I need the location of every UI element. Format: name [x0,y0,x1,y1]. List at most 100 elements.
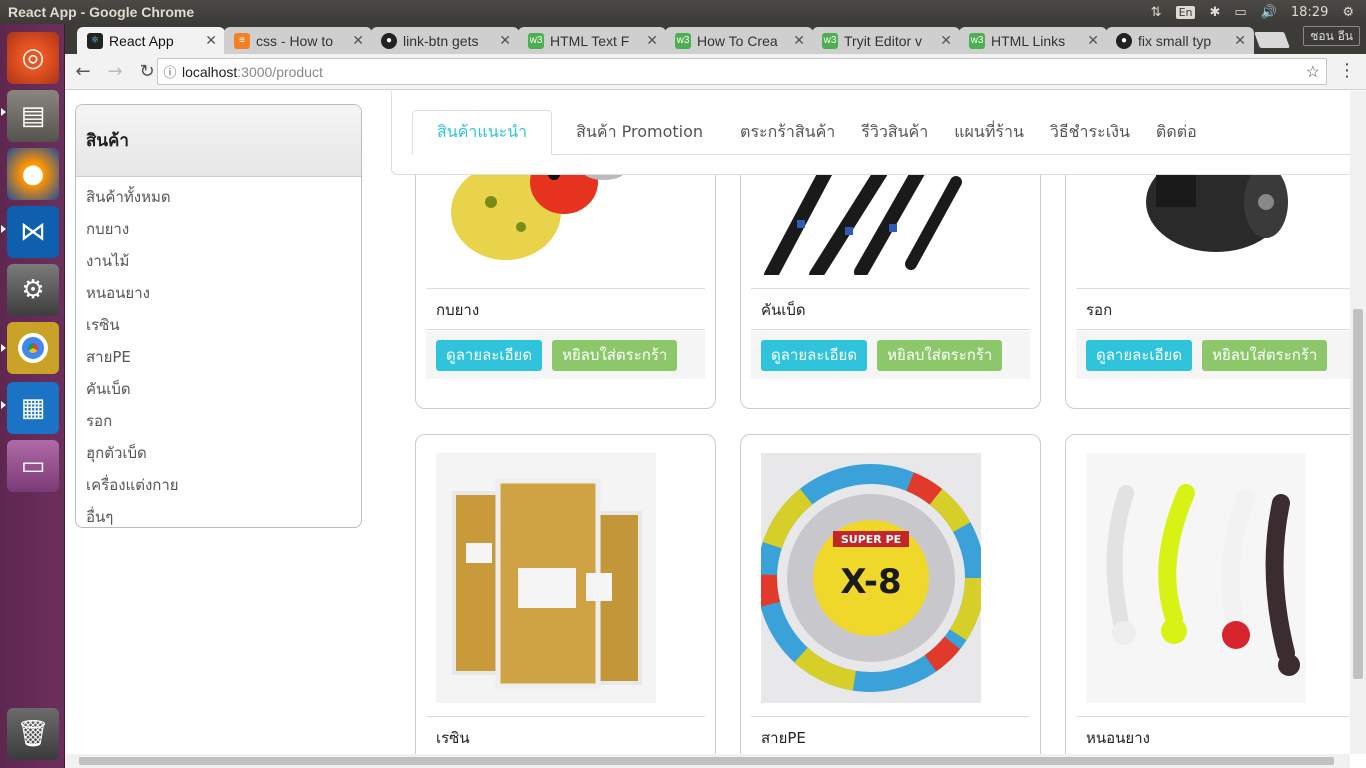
close-icon[interactable]: ✕ [793,32,805,49]
tab-label: HTML Text F [550,32,630,49]
close-icon[interactable]: ✕ [646,32,658,49]
tab-promotion[interactable]: สินค้า Promotion [552,110,727,155]
view-details-button[interactable]: ดูลายละเอียด [436,339,543,371]
tab-payment[interactable]: วิธีชำระเงิน [1037,110,1143,155]
tab-label: React App [109,32,174,49]
sidebar-item-hook[interactable]: ฮุกตัวเบ็ด [76,437,361,469]
add-to-cart-button[interactable]: หยิลบใส่ตระกร้า [877,339,1003,371]
scrollbar-thumb[interactable] [1353,309,1363,679]
tab-recommended[interactable]: สินค้าแนะนำ [412,110,553,155]
close-icon[interactable]: ✕ [1087,32,1099,49]
ubuntu-dash-icon[interactable]: ◎ [7,32,59,84]
sidebar-item-reel[interactable]: รอก [76,405,361,437]
volume-icon[interactable]: 🔊 [1261,5,1277,20]
trash-icon[interactable]: 🗑 [7,708,59,760]
system-settings-icon[interactable]: ⚙ [7,264,59,316]
tab-w3-html-text[interactable]: w3 HTML Text F ✕ [518,27,666,54]
power-gear-icon[interactable]: ⚙ [1342,5,1354,20]
product-name: หนอนยาง [1076,716,1350,754]
sidebar-item-rubber-frog[interactable]: กบยาง [76,213,361,245]
close-icon[interactable]: ✕ [940,32,952,49]
svg-text:X-8: X-8 [840,562,901,602]
github-icon: ● [1116,32,1132,49]
add-to-cart-button[interactable]: หยิลบใส่ตระกร้า [552,339,678,371]
w3schools-icon: w3 [969,32,985,49]
clock[interactable]: 18:29 [1291,5,1328,20]
product-image-resin[interactable] [436,453,656,703]
sidebar-item-rod[interactable]: คันเบ็ด [76,373,361,405]
running-indicator [1,344,6,352]
close-icon[interactable]: ✕ [205,32,217,49]
category-sidebar: สินค้า สินค้าทั้งหมด กบยาง งานไม้ หนอนยา… [75,104,362,528]
vscode-icon[interactable]: ⋈ [7,206,59,258]
address-bar[interactable]: ⓘ localhost:3000/product ☆ [157,58,1327,85]
product-card: เรซิน [415,434,716,754]
w3schools-icon: w3 [822,32,838,49]
tab-store-map[interactable]: แผนที่ร้าน [941,110,1037,155]
tab-github-fix-typo[interactable]: ● fix small typ ✕ [1106,27,1254,54]
horizontal-scrollbar[interactable] [65,754,1350,768]
workspaces-icon[interactable]: ▭ [7,440,59,492]
close-icon[interactable]: ✕ [1234,32,1246,49]
chrome-icon[interactable] [7,322,59,374]
browser-toolbar: ← → ↻ ⓘ localhost:3000/product ☆ ⋮ [65,54,1366,90]
tab-w3-how-to[interactable]: w3 How To Crea ✕ [665,27,813,54]
product-name: เรซิน [426,716,705,754]
new-tab-button[interactable] [1254,32,1290,48]
sidebar-item-resin[interactable]: เรซิน [76,309,361,341]
product-name: กบยาง [426,288,705,330]
main-nav: สินค้าแนะนำ สินค้า Promotion ตระกร้าสินค… [391,91,1350,175]
sidebar-item-rubber-worm[interactable]: หนอนยาง [76,277,361,309]
product-image-pe-line[interactable]: X-8 SUPER PE [761,453,981,703]
sidebar-item-wood-lure[interactable]: งานไม้ [76,245,361,277]
url-path: :3000/product [237,63,323,80]
w3schools-icon: w3 [675,32,691,49]
back-arrow-icon[interactable]: ← [69,61,97,82]
product-card: หนอนยาง [1065,434,1350,754]
network-icon[interactable]: ⇅ [1151,5,1162,20]
product-image-rubber-worm[interactable] [1086,453,1306,703]
unity-launcher: ◎ ▤ ● ⋈ ⚙ ▦ ▭ 🗑 [0,24,65,768]
github-icon: ● [381,32,397,49]
bookmark-star-icon[interactable]: ☆ [1306,62,1320,82]
vertical-scrollbar[interactable] [1350,91,1366,754]
files-icon[interactable]: ▤ [7,90,59,142]
keyboard-layout-indicator[interactable]: En [1175,5,1196,19]
tab-stackoverflow[interactable]: ≡ css - How to ✕ [224,27,372,54]
tab-label: link-btn gets [403,32,479,49]
chrome-menu-icon[interactable]: ⋮ [1338,60,1356,81]
tab-w3-html-links[interactable]: w3 HTML Links ✕ [959,27,1107,54]
product-name: คันเบ็ด [751,288,1030,330]
info-icon[interactable]: ⓘ [158,62,182,81]
react-icon: ⚛ [87,32,103,49]
close-icon[interactable]: ✕ [352,32,364,49]
tab-react-app[interactable]: ⚛ React App ✕ [77,27,225,54]
bluetooth-icon[interactable]: ✱ [1209,5,1220,20]
view-details-button[interactable]: ดูลายละเอียด [1086,339,1193,371]
tab-w3-tryit[interactable]: w3 Tryit Editor v ✕ [812,27,960,54]
product-actions: ดูลายละเอียด หยิลบใส่ตระกร้า [1076,331,1350,379]
sidebar-item-apparel[interactable]: เครื่องแต่งกาย [76,469,361,501]
page-viewport: สินค้า สินค้าทั้งหมด กบยาง งานไม้ หนอนยา… [65,91,1350,754]
tab-label: HTML Links [991,32,1066,49]
add-to-cart-button[interactable]: หยิลบใส่ตระกร้า [1202,339,1328,371]
scrollbar-thumb[interactable] [79,757,1334,765]
tab-contact[interactable]: ติดต่อ [1143,110,1210,155]
sidebar-item-all[interactable]: สินค้าทั้งหมด [76,181,361,213]
profile-button[interactable]: ชอน อีน [1303,26,1360,46]
libreoffice-writer-icon[interactable]: ▦ [7,382,59,434]
tab-github-link-btn[interactable]: ● link-btn gets ✕ [371,27,519,54]
battery-icon[interactable]: ▭ [1234,5,1246,20]
window-title: React App - Google Chrome [8,4,195,20]
close-icon[interactable]: ✕ [499,32,511,49]
tab-cart[interactable]: ตระกร้าสินค้า [727,110,848,155]
sidebar-item-pe-line[interactable]: สายPE [76,341,361,373]
sidebar-item-other[interactable]: อื่นๆ [76,501,361,527]
firefox-icon[interactable]: ● [7,148,59,200]
forward-arrow-icon[interactable]: → [101,61,129,82]
running-indicator [1,108,6,116]
tab-reviews[interactable]: รีวิวสินค้า [848,110,941,155]
url-host: localhost [182,63,238,80]
svg-text:SUPER PE: SUPER PE [841,533,901,546]
view-details-button[interactable]: ดูลายละเอียด [761,339,868,371]
